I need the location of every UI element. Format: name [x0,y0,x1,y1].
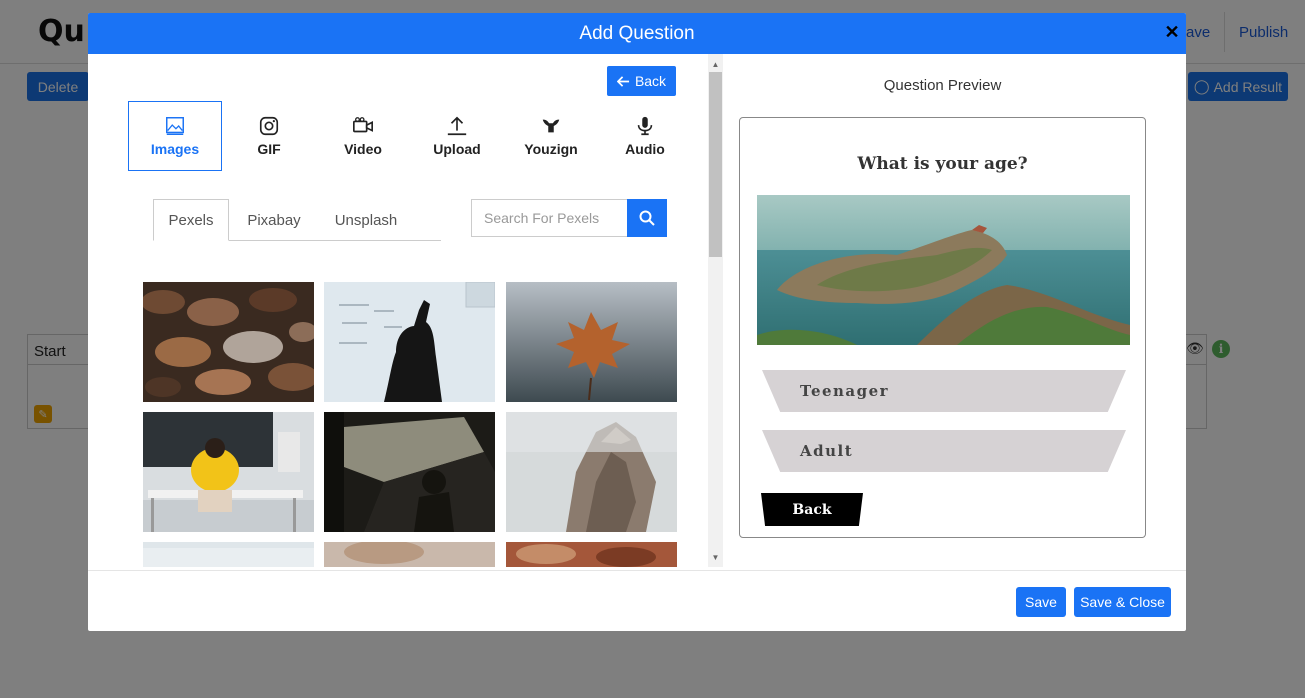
tab-youzign-label: Youzign [524,141,578,157]
misty-cliff-image [506,412,677,532]
search-icon [639,210,655,226]
tab-audio-label: Audio [625,141,665,157]
partial-image-3 [506,542,677,567]
tab-pixabay[interactable]: Pixabay [237,199,311,241]
preview-image [757,195,1130,345]
save-button[interactable]: Save [1016,587,1066,617]
search-button[interactable] [627,199,667,237]
close-icon[interactable]: ✕ [1162,22,1182,42]
back-button[interactable]: Back [607,66,676,96]
tab-youzign[interactable]: Youzign [504,101,598,171]
modal-title: Add Question [579,22,695,44]
image-icon [166,117,184,135]
question-preview-card: What is your age? Teenager Adult Back [739,117,1146,538]
image-thumb-maple-leaf[interactable] [506,282,677,402]
image-thumb-partial-1[interactable] [143,542,314,567]
search-group [471,199,667,237]
source-tabs: Pexels Pixabay Unsplash [153,199,441,241]
autumn-leaves-image [143,282,314,402]
student-desk-image [143,412,314,532]
tab-unsplash[interactable]: Unsplash [323,199,409,241]
image-thumb-student-desk[interactable] [143,412,314,532]
tab-audio[interactable]: Audio [598,101,692,171]
modal-header: Add Question [88,13,1186,54]
partial-image-2 [324,542,495,567]
scrollbar-thumb[interactable] [709,72,722,257]
media-picker-pane: Back Images GIF Video Upload Youzign Aud… [88,54,708,567]
image-thumb-partial-3[interactable] [506,542,677,567]
video-camera-icon [353,117,373,133]
scroll-down-arrow-icon[interactable]: ▼ [708,550,723,564]
tab-video-label: Video [344,141,382,157]
youzign-icon [542,119,560,133]
image-thumb-whiteboard-girl[interactable] [324,282,495,402]
tab-gif-label: GIF [257,141,281,157]
tab-upload[interactable]: Upload [410,101,504,171]
upload-icon [447,116,467,136]
arrow-left-icon [616,75,630,87]
answer-option[interactable]: Teenager [762,370,1126,412]
modal-footer: Save Save & Close [88,570,1186,631]
preview-title: Question Preview [883,77,1002,94]
tab-pexels[interactable]: Pexels [153,199,229,241]
tab-images[interactable]: Images [128,101,222,171]
image-thumb-partial-2[interactable] [324,542,495,567]
media-scrollbar[interactable]: ▲ ▼ [708,54,723,567]
tab-images-label: Images [150,141,200,157]
instagram-icon [259,116,279,136]
tab-gif[interactable]: GIF [222,101,316,171]
save-close-button[interactable]: Save & Close [1074,587,1171,617]
car-window-image [324,412,495,532]
island-image [757,195,1130,345]
partial-image-1 [143,542,314,567]
answer-option[interactable]: Adult [762,430,1126,472]
add-question-modal: Add Question ✕ Back Images GIF Video Upl… [88,13,1186,631]
tab-upload-label: Upload [433,141,481,157]
back-label: Back [634,73,667,89]
image-thumb-autumn-leaves[interactable] [143,282,314,402]
preview-question-text: What is your age? [857,154,1028,174]
tab-video[interactable]: Video [316,101,410,171]
search-input[interactable] [471,199,628,237]
maple-leaf-image [506,282,677,402]
microphone-icon [637,116,653,136]
preview-back-button[interactable]: Back [761,493,863,526]
image-thumb-misty-cliff[interactable] [506,412,677,532]
scroll-up-arrow-icon[interactable]: ▲ [708,57,723,71]
whiteboard-image [324,282,495,402]
image-thumb-car-window[interactable] [324,412,495,532]
